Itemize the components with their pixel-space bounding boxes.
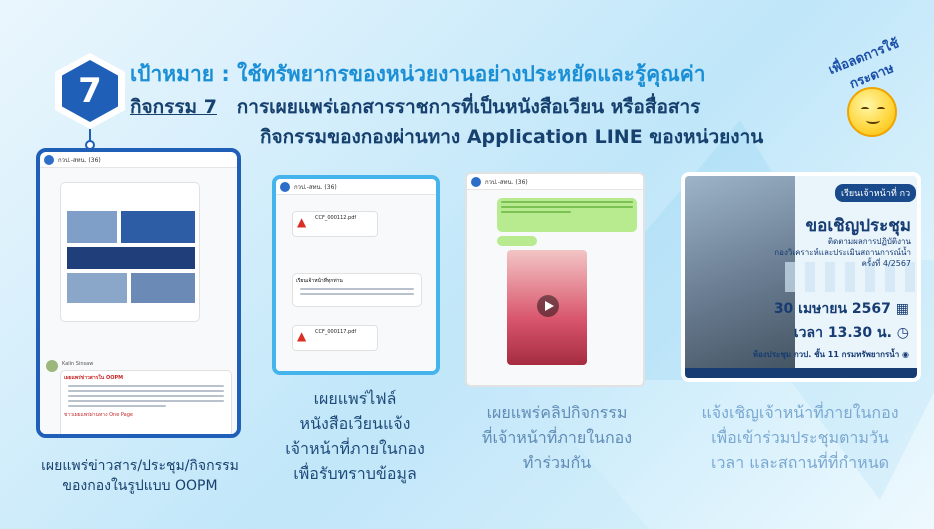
screenshot-activity-clip-chat: กวป.-สทน. (36) bbox=[465, 172, 645, 387]
poster-subtitle-line: กองวิเคราะห์และประเมินสถานการณ์น้ำ bbox=[774, 248, 911, 257]
outgoing-message bbox=[497, 236, 537, 246]
caption-line: เผยแพร่ข่าวสาร/ประชุม/กิจกรรม bbox=[41, 458, 239, 474]
chat-title: กวป.-สทน. (36) bbox=[294, 184, 337, 191]
poster-time: เวลา 13.30 น. ◷ bbox=[794, 322, 909, 344]
pdf-icon: ▲ bbox=[297, 329, 307, 343]
activity-text-line2: กิจกรรมของกองผ่านทาง Application LINE ขอ… bbox=[260, 126, 764, 148]
caption-oopm: เผยแพร่ข่าวสาร/ประชุม/กิจกรรม ของกองในรู… bbox=[20, 456, 260, 496]
chat-area bbox=[467, 190, 643, 385]
poster-subtitle: ติดตามผลการปฏิบัติงาน กองวิเคราะห์และประ… bbox=[774, 236, 911, 269]
clock-icon: ◷ bbox=[896, 325, 909, 341]
group-avatar-icon bbox=[44, 155, 54, 165]
smiling-sun-icon bbox=[847, 87, 897, 137]
caption-line: ของกองในรูปแบบ OOPM bbox=[62, 478, 218, 494]
play-icon[interactable] bbox=[537, 295, 559, 317]
time-text: เวลา 13.30 น. bbox=[793, 325, 892, 341]
activity-heading: กิจกรรม 7 การเผยแพร่เอกสารราชการที่เป็นห… bbox=[130, 92, 700, 122]
meeting-invitation-poster: เรียนเจ้าหน้าที่ กว ขอเชิญประชุม ติดตามผ… bbox=[681, 172, 921, 382]
poster-title: ขอเชิญประชุม bbox=[805, 216, 911, 236]
message-note: ข่าวเผยแพร่ผ่านทาง One Page bbox=[64, 412, 133, 418]
chat-header: กวป.-สทน. (36) bbox=[276, 179, 436, 195]
pdf-file-message: ▲ CCF_000112.pdf bbox=[292, 211, 378, 237]
caption-line: ที่เจ้าหน้าที่ภายในกอง bbox=[481, 428, 633, 447]
activity-text-line1: การเผยแพร่เอกสารราชการที่เป็นหนังสือเวีย… bbox=[236, 96, 701, 118]
chat-header: กวป.-สทน. (36) bbox=[467, 174, 643, 190]
chat-title: กวป.-สทน. (36) bbox=[58, 157, 101, 164]
outgoing-message bbox=[497, 198, 637, 232]
file-name: CCF_000112.pdf bbox=[315, 215, 357, 221]
oopm-post bbox=[60, 182, 200, 322]
caption-activity-clip: เผยแพร่คลิปกิจกรรม ที่เจ้าหน้าที่ภายในกอ… bbox=[462, 400, 652, 475]
activity-label: กิจกรรม 7 bbox=[130, 96, 217, 118]
chat-header: กวป.-สทน. (36) bbox=[40, 152, 237, 168]
poster-date: 30 เมษายน 2567 ▦ bbox=[774, 298, 909, 320]
sender-name: Kalin Sinsaw bbox=[62, 361, 94, 367]
chat-area: ▲ CCF_000112.pdf เรียนเจ้าหน้าที่ทุกท่าน… bbox=[276, 195, 436, 371]
message-title: เผยแพร่ข่าวสารใน OOPM bbox=[64, 375, 124, 381]
calendar-icon: ▦ bbox=[895, 301, 909, 317]
group-avatar-icon bbox=[471, 177, 481, 187]
caption-line: เผยแพร่คลิปกิจกรรม bbox=[486, 403, 628, 422]
goal-heading: เป้าหมาย : ใช้ทรัพยากรของหน่วยงานอย่างปร… bbox=[130, 62, 706, 86]
caption-line: หนังสือเวียนแจ้ง bbox=[299, 414, 411, 433]
poster-subtitle-line: ครั้งที่ 4/2567 bbox=[861, 259, 911, 268]
oopm-message: เผยแพร่ข่าวสารใน OOPM ข่าวเผยแพร่ผ่านทาง… bbox=[60, 370, 232, 434]
sender-avatar bbox=[46, 360, 58, 372]
poster-footer-bar bbox=[685, 368, 917, 378]
location-pin-icon: ◉ bbox=[902, 350, 909, 359]
caption-line: ทำร่วมกัน bbox=[522, 453, 592, 472]
caption-line: เพื่อรับทราบข้อมูล bbox=[293, 464, 417, 483]
screenshot-oopm-chat: กวป.-สทน. (36) Kalin Sinsaw เผยแพร่ข่าวส… bbox=[36, 148, 241, 438]
date-text: 30 เมษายน 2567 bbox=[773, 301, 891, 317]
caption-line: แจ้งเชิญเจ้าหน้าที่ภายในกอง bbox=[701, 403, 899, 422]
caption-line: เผยแพร่ไฟล์ bbox=[313, 389, 397, 408]
chat-area: Kalin Sinsaw เผยแพร่ข่าวสารใน OOPM ข่าวเ… bbox=[40, 168, 237, 434]
caption-line: เพื่อเข้าร่วมประชุมตามวัน bbox=[711, 428, 889, 447]
pdf-file-message: ▲ CCF_000117.pdf bbox=[292, 325, 378, 351]
video-clip[interactable] bbox=[507, 250, 587, 365]
group-avatar-icon bbox=[280, 182, 290, 192]
caption-line: เวลา และสถานที่ที่กำหนด bbox=[710, 453, 890, 472]
chat-title: กวป.-สทน. (36) bbox=[485, 179, 528, 186]
mascot-badge: เพื่อลดการใช้กระดาษ bbox=[815, 36, 920, 140]
caption-line: เจ้าหน้าที่ภายในกอง bbox=[285, 439, 425, 458]
message-text: เรียนเจ้าหน้าที่ทุกท่าน bbox=[296, 278, 343, 284]
pdf-icon: ▲ bbox=[297, 215, 307, 229]
poster-subtitle-line: ติดตามผลการปฏิบัติงาน bbox=[827, 237, 911, 246]
location-text: ห้องประชุม กวป. ชั้น 11 กรมทรัพยากรน้ำ bbox=[752, 350, 900, 359]
screenshot-circular-file-chat: กวป.-สทน. (36) ▲ CCF_000112.pdf เรียนเจ้… bbox=[272, 175, 440, 375]
circular-message: เรียนเจ้าหน้าที่ทุกท่าน bbox=[292, 273, 422, 307]
caption-meeting-invite: แจ้งเชิญเจ้าหน้าที่ภายในกอง เพื่อเข้าร่ว… bbox=[665, 400, 934, 475]
file-name: CCF_000117.pdf bbox=[315, 329, 357, 335]
poster-location: ห้องประชุม กวป. ชั้น 11 กรมทรัพยากรน้ำ ◉ bbox=[753, 348, 909, 361]
poster-tag: เรียนเจ้าหน้าที่ กว bbox=[835, 184, 917, 202]
caption-circular-file: เผยแพร่ไฟล์ หนังสือเวียนแจ้ง เจ้าหน้าที่… bbox=[265, 386, 445, 486]
